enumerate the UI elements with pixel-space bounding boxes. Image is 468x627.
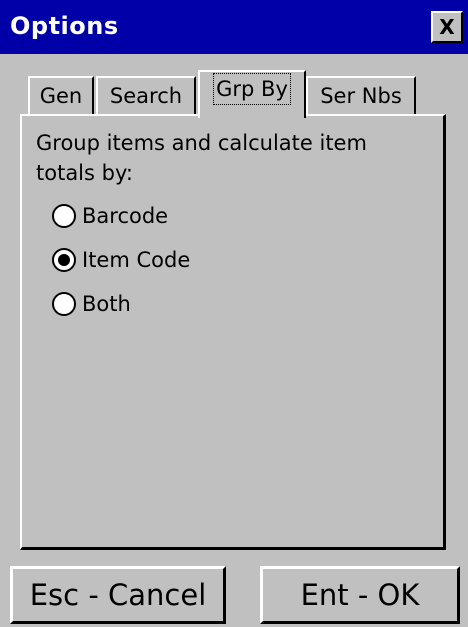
group-by-prompt: Group items and calculate item totals by… — [36, 131, 367, 185]
tab-grp-by[interactable]: Grp By — [198, 70, 306, 118]
close-button[interactable]: X — [431, 11, 463, 43]
options-window: Options X Gen Search Grp By Ser Nbs Grou… — [0, 0, 468, 627]
tab-search[interactable]: Search — [96, 76, 196, 116]
title-bar: Options X — [0, 0, 468, 54]
radio-checked-icon — [52, 248, 76, 272]
radio-dot-icon — [58, 254, 70, 266]
tab-strip: Gen Search Grp By Ser Nbs — [24, 70, 444, 118]
tab-gen[interactable]: Gen — [28, 76, 94, 116]
radio-label: Barcode — [82, 204, 169, 228]
grp-by-panel: Group items and calculate item totals by… — [20, 114, 446, 550]
radio-label: Item Code — [82, 248, 191, 272]
radio-label: Both — [82, 292, 131, 316]
close-icon: X — [439, 15, 455, 39]
window-title: Options — [10, 12, 119, 40]
tab-ser-nbs[interactable]: Ser Nbs — [306, 76, 416, 116]
cancel-button[interactable]: Esc - Cancel — [10, 566, 226, 624]
radio-unchecked-icon — [52, 292, 76, 316]
radio-unchecked-icon — [52, 204, 76, 228]
tab-grp-by-label: Grp By — [213, 73, 291, 105]
ok-button[interactable]: Ent - OK — [260, 566, 460, 624]
